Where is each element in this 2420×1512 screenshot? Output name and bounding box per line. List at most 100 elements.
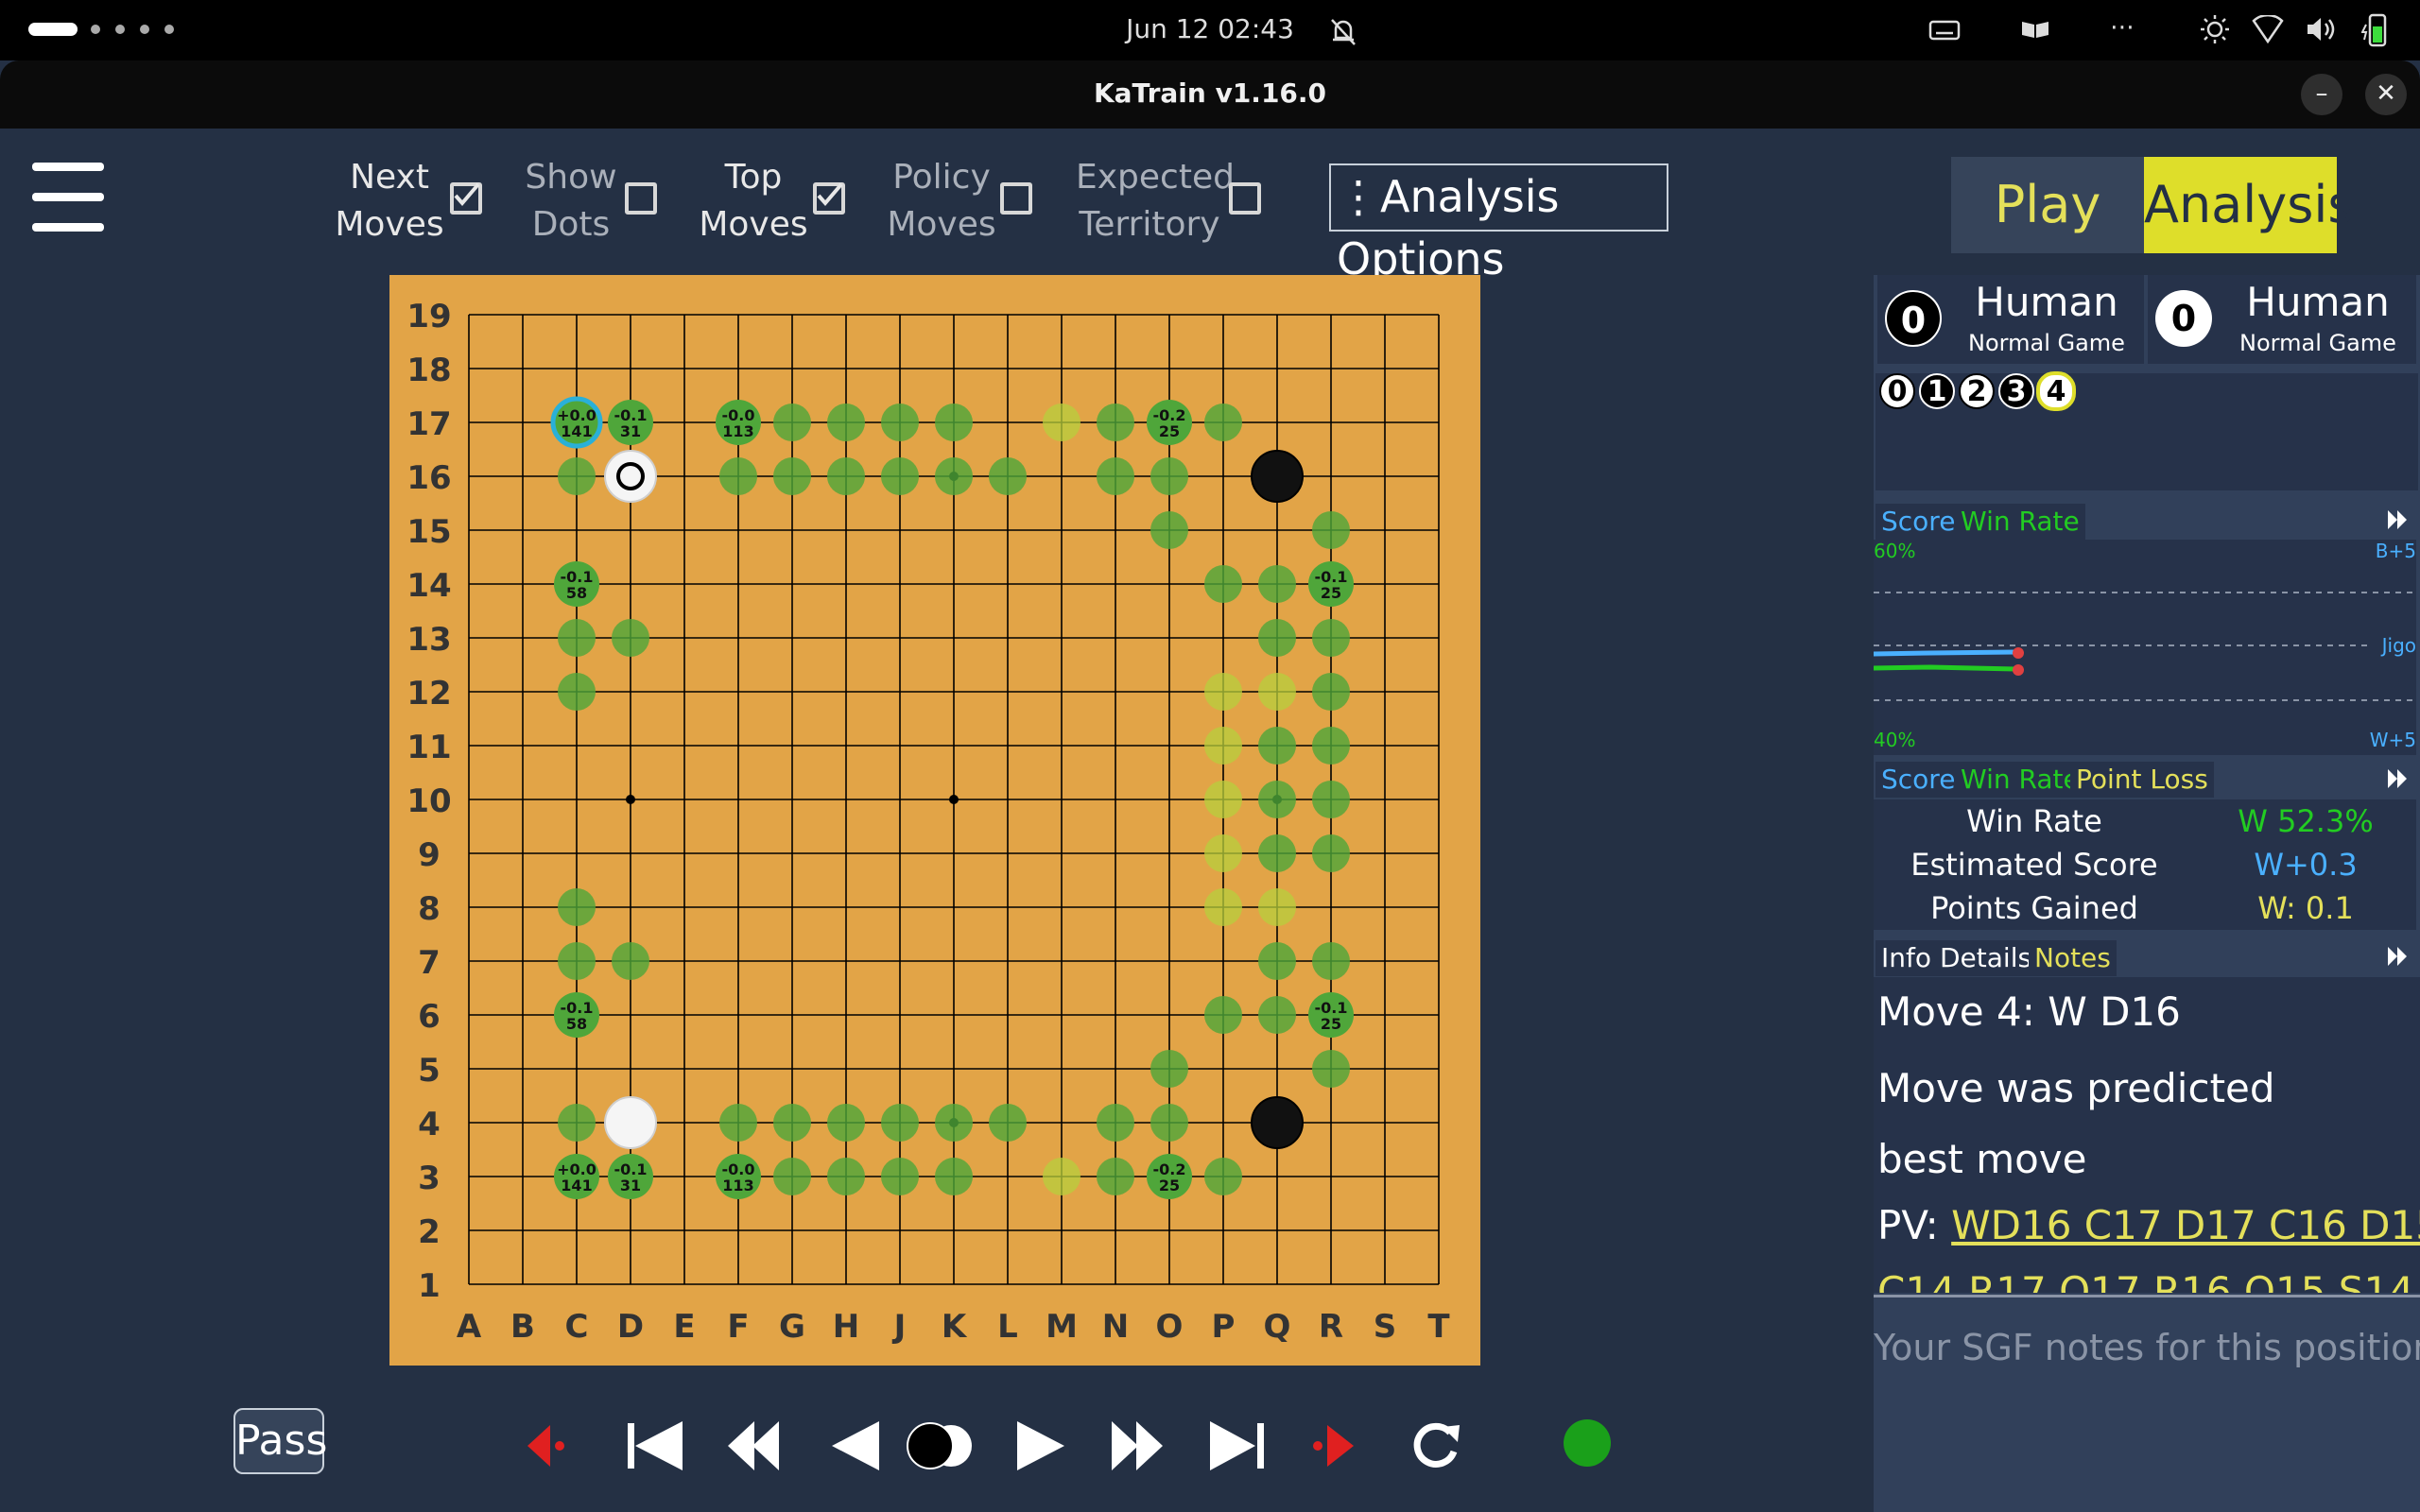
candidate-move-dot[interactable] (1312, 1050, 1350, 1088)
candidate-move-dot[interactable] (881, 457, 919, 495)
candidate-move-dot[interactable] (1312, 781, 1350, 818)
toggle-show-dots[interactable]: Show Dots (515, 154, 666, 249)
candidate-move-dot[interactable] (773, 404, 811, 441)
candidate-move-dot[interactable] (881, 1158, 919, 1195)
toggle-expected-territory[interactable]: Expected Territory (1076, 154, 1274, 249)
candidate-move-dot[interactable] (1204, 996, 1242, 1034)
candidate-move-dot[interactable] (1150, 511, 1188, 549)
candidate-move-dot[interactable] (1204, 673, 1242, 711)
candidate-move-dot[interactable] (1150, 1050, 1188, 1088)
candidate-move-dot[interactable] (1312, 942, 1350, 980)
tab-details[interactable]: Details (1934, 940, 2038, 976)
candidate-move-dot[interactable] (1150, 457, 1188, 495)
minimize-button[interactable]: – (2301, 74, 2342, 115)
candidate-move-dot[interactable] (1097, 1158, 1134, 1195)
back-one-icon[interactable] (822, 1418, 889, 1474)
top-moves-checkbox[interactable] (813, 182, 845, 215)
graph-expand-icon[interactable] (2386, 508, 2409, 535)
wifi-icon[interactable] (2252, 13, 2284, 47)
candidate-move-dot[interactable] (1150, 1104, 1188, 1142)
candidate-move-dot[interactable] (1258, 619, 1296, 657)
candidate-move-dot[interactable] (1312, 619, 1350, 657)
stats-tab-winrate[interactable]: Win Rate (1955, 762, 2085, 798)
candidate-move-dot[interactable] (935, 1158, 973, 1195)
candidate-move-dot[interactable] (1258, 727, 1296, 765)
candidate-move-dot[interactable] (989, 1104, 1027, 1142)
prev-mistake-icon[interactable] (522, 1418, 588, 1474)
candidate-move-dot[interactable] (1258, 942, 1296, 980)
candidate-move-dot[interactable] (1312, 673, 1350, 711)
candidate-move-dot[interactable] (1258, 834, 1296, 872)
tab-analysis[interactable]: Analysis (2144, 157, 2355, 253)
forward-one-icon[interactable] (1008, 1418, 1074, 1474)
forward-ten-icon[interactable] (1106, 1418, 1172, 1474)
candidate-move-dot[interactable] (1043, 1158, 1080, 1195)
go-board[interactable]: 19 18 17 16 15 14 13 12 11 10 9 8 7 6 5 4 3 2 1 A B C D E F G H J K L… (389, 275, 1480, 1366)
candidate-move-dot[interactable] (935, 457, 973, 495)
move-tree-node[interactable]: 0 (1879, 373, 1915, 409)
pass-button[interactable]: Pass (233, 1408, 327, 1474)
toggle-policy-moves[interactable]: Policy Moves (883, 154, 1047, 249)
candidate-move-dot[interactable] (612, 942, 649, 980)
candidate-move-dot[interactable] (1204, 781, 1242, 818)
candidate-move-dot[interactable] (1204, 1158, 1242, 1195)
candidate-move-dot[interactable] (1204, 727, 1242, 765)
candidate-move-dot[interactable] (773, 1158, 811, 1195)
candidate-move-dot[interactable] (558, 457, 596, 495)
candidate-move-dot[interactable] (1312, 511, 1350, 549)
next-player-indicator[interactable] (904, 1418, 972, 1474)
toggle-top-moves[interactable]: Top Moves (694, 154, 855, 249)
score-graph[interactable]: 60% B+5 Jigo 40% W+5 (1873, 540, 2416, 755)
info-expand-icon[interactable] (2386, 945, 2409, 971)
candidate-move-dot[interactable] (558, 888, 596, 926)
show-dots-checkbox[interactable] (625, 182, 657, 215)
candidate-move-dot[interactable] (881, 404, 919, 441)
candidate-move-dot[interactable] (773, 457, 811, 495)
candidate-move-dot[interactable] (1043, 404, 1080, 441)
candidate-move-dot[interactable] (1258, 565, 1296, 603)
candidate-move-dot[interactable] (1204, 888, 1242, 926)
tab-play[interactable]: Play (1951, 157, 2144, 253)
reader-icon[interactable] (2019, 17, 2051, 45)
back-ten-icon[interactable] (722, 1418, 788, 1474)
move-tree-node[interactable]: 1 (1919, 373, 1955, 409)
candidate-move-dot[interactable] (827, 1104, 865, 1142)
candidate-move-dot[interactable] (558, 673, 596, 711)
candidate-move-dot[interactable] (1258, 888, 1296, 926)
analysis-options-button[interactable]: ⋮Analysis Options (1329, 163, 1668, 284)
black-player-card[interactable]: 0 Human Normal Game (1877, 275, 2144, 364)
candidate-move-dot[interactable] (773, 1104, 811, 1142)
volume-icon[interactable] (2305, 15, 2337, 47)
next-moves-checkbox[interactable] (450, 182, 482, 215)
move-tree-node[interactable]: 2 (1959, 373, 1995, 409)
candidate-move-dot[interactable] (1258, 996, 1296, 1034)
pv-link[interactable]: WD16 C17 D17 C16 D15 (1951, 1202, 2420, 1248)
candidate-move-dot[interactable] (1312, 834, 1350, 872)
candidate-move-dot[interactable] (558, 942, 596, 980)
sgf-notes-input[interactable]: Your SGF notes for this position he (1874, 1300, 2420, 1508)
close-button[interactable]: ✕ (2365, 74, 2407, 115)
candidate-move-dot[interactable] (827, 404, 865, 441)
policy-moves-checkbox[interactable] (1000, 182, 1032, 215)
move-tree[interactable]: 0 1 2 3 4 (1876, 371, 2418, 490)
candidate-move-dot[interactable] (989, 457, 1027, 495)
candidate-move-dot[interactable] (935, 404, 973, 441)
move-tree-node-current[interactable]: 4 (2036, 371, 2076, 411)
candidate-move-dot[interactable] (1097, 404, 1134, 441)
tab-notes[interactable]: Notes (2029, 940, 2117, 976)
candidate-move-dot[interactable] (827, 1158, 865, 1195)
stats-tab-pointloss[interactable]: Point Loss (2070, 762, 2214, 798)
candidate-move-dot[interactable] (1204, 565, 1242, 603)
tab-info[interactable]: Info (1876, 940, 1937, 976)
more-icon[interactable]: ⋯ (2110, 13, 2135, 42)
stats-expand-icon[interactable] (2386, 767, 2409, 794)
candidate-move-dot[interactable] (1204, 404, 1242, 441)
keyboard-icon[interactable] (1928, 19, 1961, 45)
candidate-move-dot[interactable] (558, 619, 596, 657)
candidate-move-dot[interactable] (612, 619, 649, 657)
candidate-move-dot[interactable] (1204, 834, 1242, 872)
first-move-icon[interactable] (622, 1418, 688, 1474)
last-move-icon[interactable] (1204, 1418, 1270, 1474)
candidate-move-dot[interactable] (1258, 673, 1296, 711)
battery-icon[interactable] (2360, 11, 2390, 53)
